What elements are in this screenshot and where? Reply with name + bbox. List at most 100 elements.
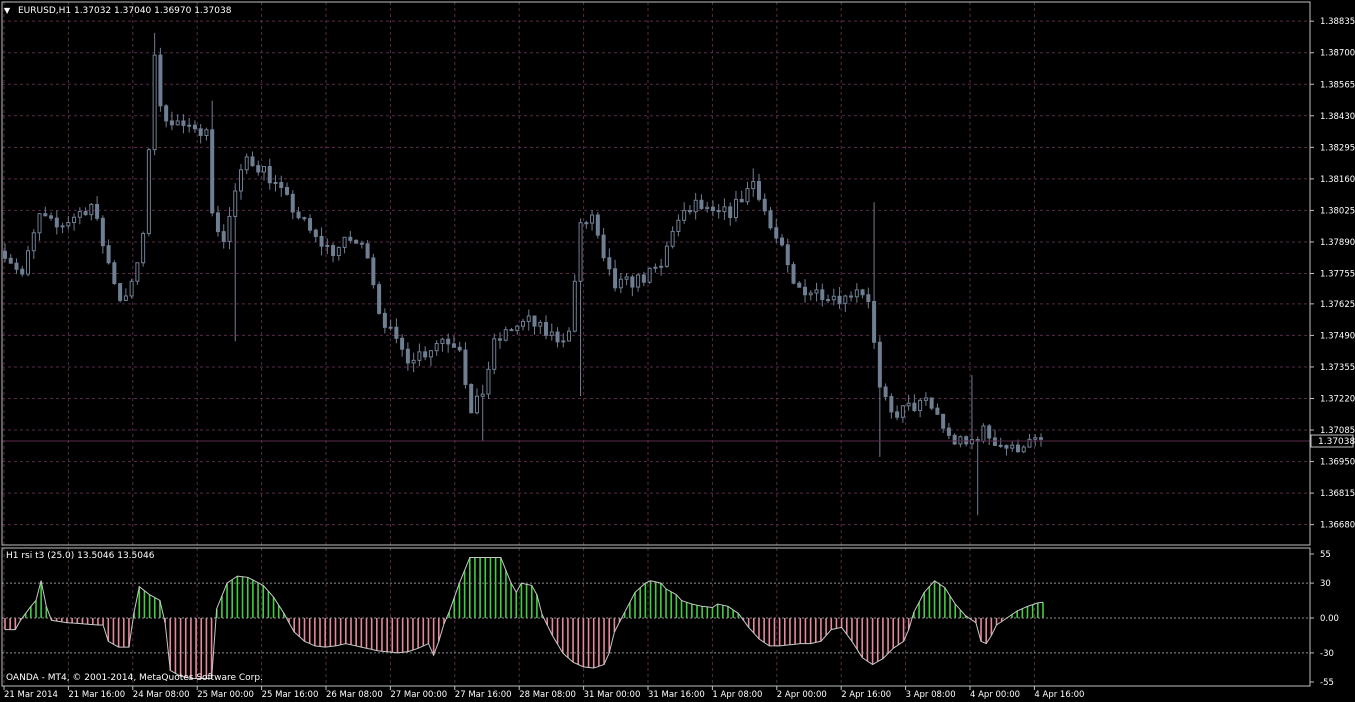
indicator-header: H1 rsi t3 (25.0) 13.5046 13.5046: [6, 551, 155, 561]
price-tick-label: 1.36680: [1320, 521, 1355, 531]
candle-body: [607, 257, 612, 270]
candle-body: [653, 266, 658, 269]
candle-body: [141, 232, 146, 264]
candle-body: [469, 383, 474, 414]
candle-body: [803, 286, 808, 296]
candle-body: [77, 211, 82, 218]
candle-body: [267, 166, 272, 184]
candle-body: [480, 393, 485, 397]
candle-body: [952, 434, 957, 445]
time-tick-label: 31 Mar 16:00: [648, 690, 705, 700]
price-tick-label: 1.38565: [1320, 80, 1355, 90]
candle-body: [400, 337, 405, 350]
candle-body: [434, 343, 439, 352]
candle-body: [756, 180, 761, 200]
candle-body: [106, 245, 111, 264]
price-tick-label: 1.37490: [1320, 331, 1355, 341]
trading-chart[interactable]: ▼ EURUSD,H1 1.37032 1.37040 1.36970 1.37…: [0, 0, 1355, 702]
candle-body: [1027, 438, 1032, 448]
indicator-tick-label: -55: [1320, 678, 1334, 688]
candle-body: [474, 395, 479, 414]
candle-body: [1033, 437, 1038, 440]
candle-body: [313, 229, 318, 237]
candle-body: [780, 237, 784, 246]
candle-body: [889, 396, 894, 413]
candle-body: [192, 124, 197, 130]
candle-body: [348, 236, 353, 241]
candle-body: [659, 265, 664, 268]
indicator-tick-label: 55: [1320, 550, 1331, 560]
candle-body: [112, 262, 117, 285]
candle-body: [135, 262, 140, 282]
candle-body: [797, 282, 802, 288]
time-tick-label: 27 Mar 16:00: [455, 690, 512, 700]
candle-body: [250, 156, 255, 167]
time-tick-label: 21 Mar 16:00: [68, 690, 125, 700]
candle-body: [555, 331, 560, 343]
candle-body: [785, 244, 790, 266]
candle-body: [682, 210, 687, 221]
candle-body: [497, 338, 502, 341]
candle-body: [791, 264, 796, 284]
candle-body: [722, 206, 727, 213]
candle-body: [549, 331, 554, 336]
time-tick-label: 25 Mar 16:00: [262, 690, 319, 700]
candle-body: [693, 199, 698, 213]
candle-body: [584, 222, 589, 225]
candle-body: [687, 210, 692, 213]
candle-body: [699, 199, 704, 209]
candle-body: [359, 242, 364, 245]
candle-body: [290, 193, 295, 213]
price-tick-label: 1.38025: [1320, 206, 1355, 216]
candle-body: [872, 300, 877, 343]
candle-body: [463, 349, 468, 385]
candle-body: [325, 245, 330, 248]
candle-body: [521, 320, 525, 327]
candle-body: [503, 329, 508, 341]
candle-body: [883, 386, 888, 398]
chart-menu-icon[interactable]: ▼: [4, 6, 11, 15]
candle-body: [204, 129, 209, 137]
candle-body: [705, 206, 710, 209]
candle-body: [365, 243, 370, 259]
candle-body: [912, 402, 917, 412]
candle-body: [918, 399, 923, 412]
candle-body: [388, 326, 393, 329]
candle-body: [411, 359, 416, 364]
time-tick-label: 24 Mar 08:00: [133, 690, 190, 700]
candle-body: [181, 120, 186, 126]
candle-body: [710, 206, 715, 212]
candle-body: [72, 216, 77, 224]
candle-body: [83, 211, 88, 216]
candle-body: [538, 322, 543, 327]
candle-body: [158, 54, 163, 107]
candle-body: [54, 217, 59, 228]
candle-body: [906, 402, 911, 407]
candle-body: [877, 341, 882, 388]
candle-body: [233, 190, 238, 217]
candle-body: [624, 276, 629, 280]
candle-body: [526, 315, 531, 322]
candle-body: [26, 250, 31, 275]
candle-body: [451, 343, 456, 348]
candle-body: [152, 54, 157, 151]
candle-body: [969, 439, 974, 445]
candle-body: [768, 210, 773, 229]
candle-body: [590, 214, 595, 224]
candle-body: [486, 368, 491, 395]
candle-body: [762, 198, 767, 212]
candle-body: [751, 180, 756, 190]
candle-body: [578, 222, 583, 282]
candle-body: [636, 274, 641, 288]
candle-body: [964, 436, 969, 445]
candle-body: [238, 169, 243, 192]
price-tick-label: 1.37220: [1320, 394, 1355, 404]
candle-body: [854, 289, 859, 298]
candle-body: [302, 217, 307, 220]
candle-body: [981, 425, 986, 442]
time-tick-label: 21 Mar 2014: [4, 690, 58, 700]
candle-body: [843, 295, 848, 304]
time-tick-label: 4 Apr 16:00: [1034, 690, 1084, 700]
candle-body: [457, 346, 462, 351]
candle-body: [1015, 444, 1020, 453]
